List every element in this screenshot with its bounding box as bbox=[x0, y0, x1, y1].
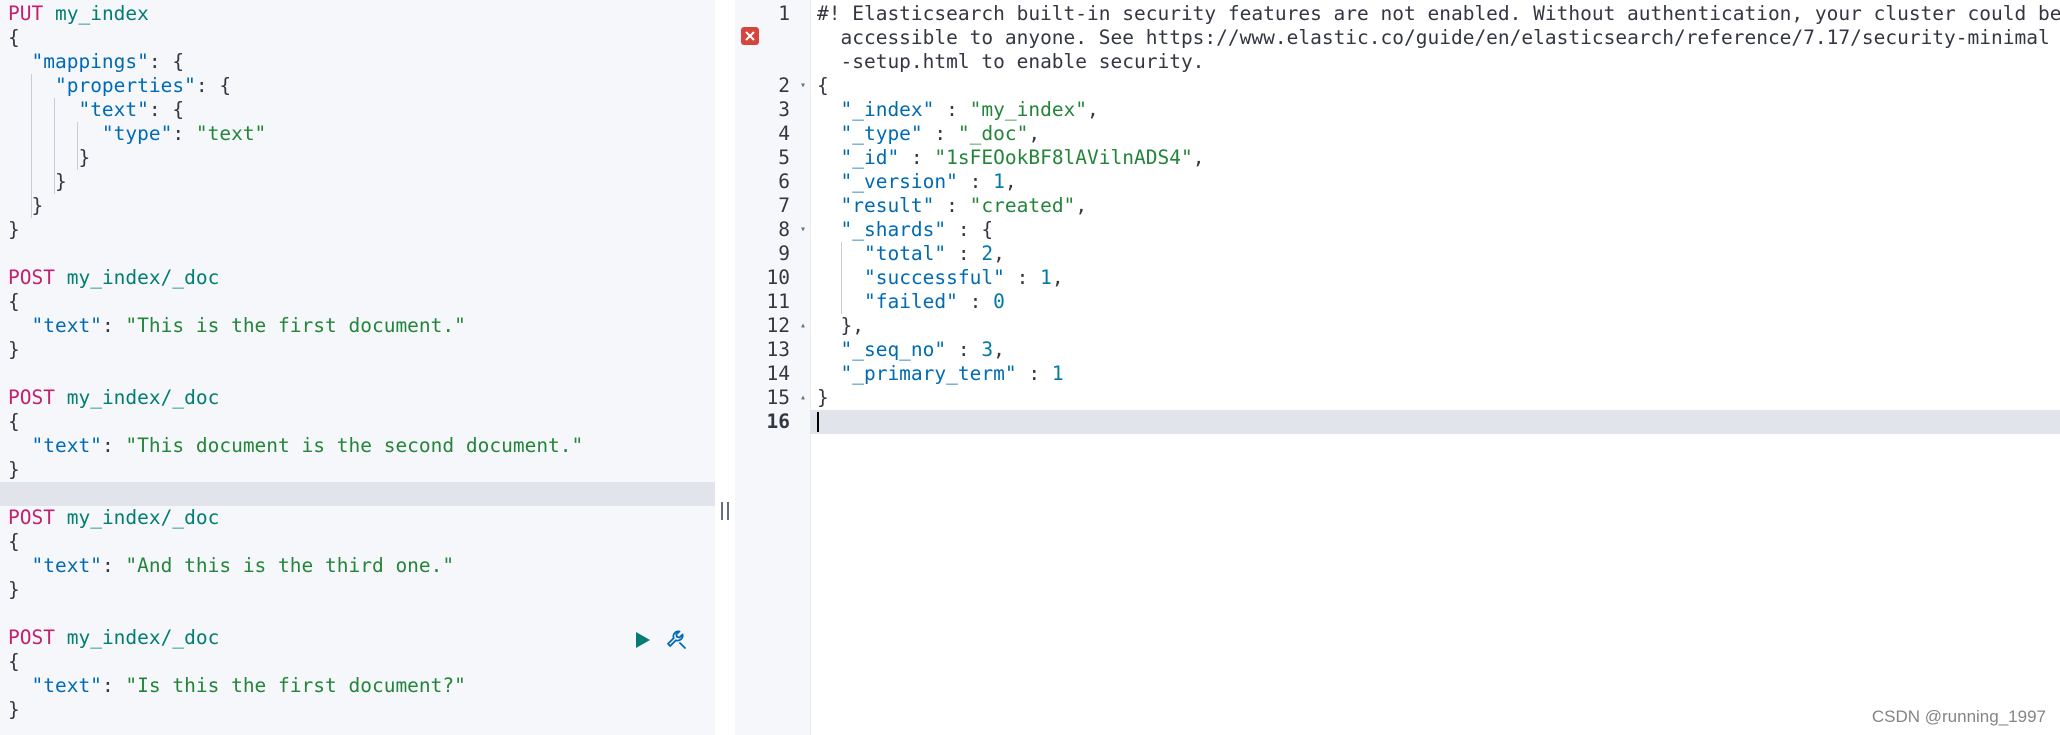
play-icon[interactable] bbox=[632, 629, 654, 651]
indent-guide bbox=[841, 242, 842, 314]
request-url: my_index/_doc bbox=[66, 266, 220, 289]
request-line: POST my_index/_doc bbox=[8, 626, 715, 650]
line-number: 4 bbox=[778, 122, 790, 145]
http-method: PUT bbox=[8, 2, 44, 25]
indent-guide bbox=[77, 122, 78, 170]
json-string: "This is the first document." bbox=[125, 314, 466, 337]
request-line: POST my_index/_doc bbox=[8, 386, 715, 410]
http-method: POST bbox=[8, 386, 55, 409]
line-number: 6 bbox=[778, 170, 790, 193]
request-code[interactable]: PUT my_index { "mappings": { "properties… bbox=[0, 2, 715, 722]
line-number: 13 bbox=[766, 338, 790, 361]
request-line: POST my_index/_doc bbox=[8, 506, 715, 530]
wrench-icon[interactable] bbox=[664, 627, 690, 653]
security-warning: accessible to anyone. See https://www.el… bbox=[840, 26, 2050, 49]
indent-guide bbox=[54, 98, 55, 194]
security-warning: #! Elasticsearch built-in security featu… bbox=[817, 2, 2060, 25]
line-number: 5 bbox=[778, 146, 790, 169]
line-number: 9 bbox=[778, 242, 790, 265]
json-key: "text" bbox=[78, 98, 149, 121]
http-method: POST bbox=[8, 506, 55, 529]
line-number: 7 bbox=[778, 194, 790, 217]
http-method: POST bbox=[8, 266, 55, 289]
json-key: "text" bbox=[31, 314, 102, 337]
request-url: my_index/_doc bbox=[66, 506, 220, 529]
request-editor[interactable]: PUT my_index { "mappings": { "properties… bbox=[0, 0, 715, 735]
json-string: "Is this the first document?" bbox=[125, 674, 466, 697]
line-number: 8 ▾ bbox=[778, 218, 806, 242]
response-code[interactable]: #! Elasticsearch built-in security featu… bbox=[810, 2, 2060, 434]
fold-down-icon[interactable]: ▾ bbox=[800, 218, 806, 242]
request-line: POST my_index/_doc bbox=[8, 266, 715, 290]
watermark: CSDN @running_1997 bbox=[1871, 707, 2046, 726]
line-number: 12 ▴ bbox=[766, 314, 806, 338]
json-key: "mappings" bbox=[31, 50, 149, 73]
line-number: 2 ▾ bbox=[778, 74, 806, 98]
json-string: "And this is the third one." bbox=[125, 554, 455, 577]
security-warning: -setup.html to enable security. bbox=[840, 50, 1205, 73]
line-number: 10 bbox=[766, 266, 790, 289]
json-key: "text" bbox=[31, 554, 102, 577]
active-line[interactable] bbox=[0, 482, 715, 506]
request-line: PUT my_index bbox=[8, 2, 715, 26]
line-number: 3 bbox=[778, 98, 790, 121]
fold-down-icon[interactable]: ▾ bbox=[800, 74, 806, 98]
fold-up-icon[interactable]: ▴ bbox=[800, 386, 806, 410]
json-key: "properties" bbox=[54, 74, 196, 97]
json-key: "type" bbox=[101, 122, 173, 145]
line-number: 14 bbox=[766, 362, 790, 385]
request-actions bbox=[632, 627, 690, 653]
http-method: POST bbox=[8, 626, 55, 649]
json-key: "text" bbox=[31, 434, 102, 457]
request-url: my_index/_doc bbox=[66, 386, 220, 409]
indent-guide bbox=[31, 74, 32, 218]
active-line[interactable] bbox=[810, 410, 2060, 434]
request-url: my_index/_doc bbox=[66, 626, 220, 649]
request-url: my_index bbox=[54, 2, 149, 25]
line-number: 16 bbox=[766, 410, 790, 433]
resize-handle-icon[interactable] bbox=[721, 502, 729, 520]
line-number: 15 ▴ bbox=[766, 386, 806, 410]
error-icon[interactable] bbox=[741, 27, 759, 45]
pane-resizer[interactable] bbox=[715, 0, 735, 735]
line-number: 1 bbox=[778, 2, 790, 25]
json-key: "text" bbox=[31, 674, 102, 697]
line-number-gutter: 1 2 ▾ 3 4 5 6 7 8 ▾ 9 10 11 12 ▴ 13 14 15 ▴ … bbox=[735, 0, 811, 735]
line-number: 11 bbox=[766, 290, 790, 313]
fold-up-icon[interactable]: ▴ bbox=[800, 314, 806, 338]
json-string: "text" bbox=[195, 122, 267, 145]
json-string: "This document is the second document." bbox=[125, 434, 584, 457]
response-viewer[interactable]: 1 2 ▾ 3 4 5 6 7 8 ▾ 9 10 11 12 ▴ 13 14 15 ▴ … bbox=[735, 0, 2060, 735]
text-cursor bbox=[817, 411, 819, 432]
